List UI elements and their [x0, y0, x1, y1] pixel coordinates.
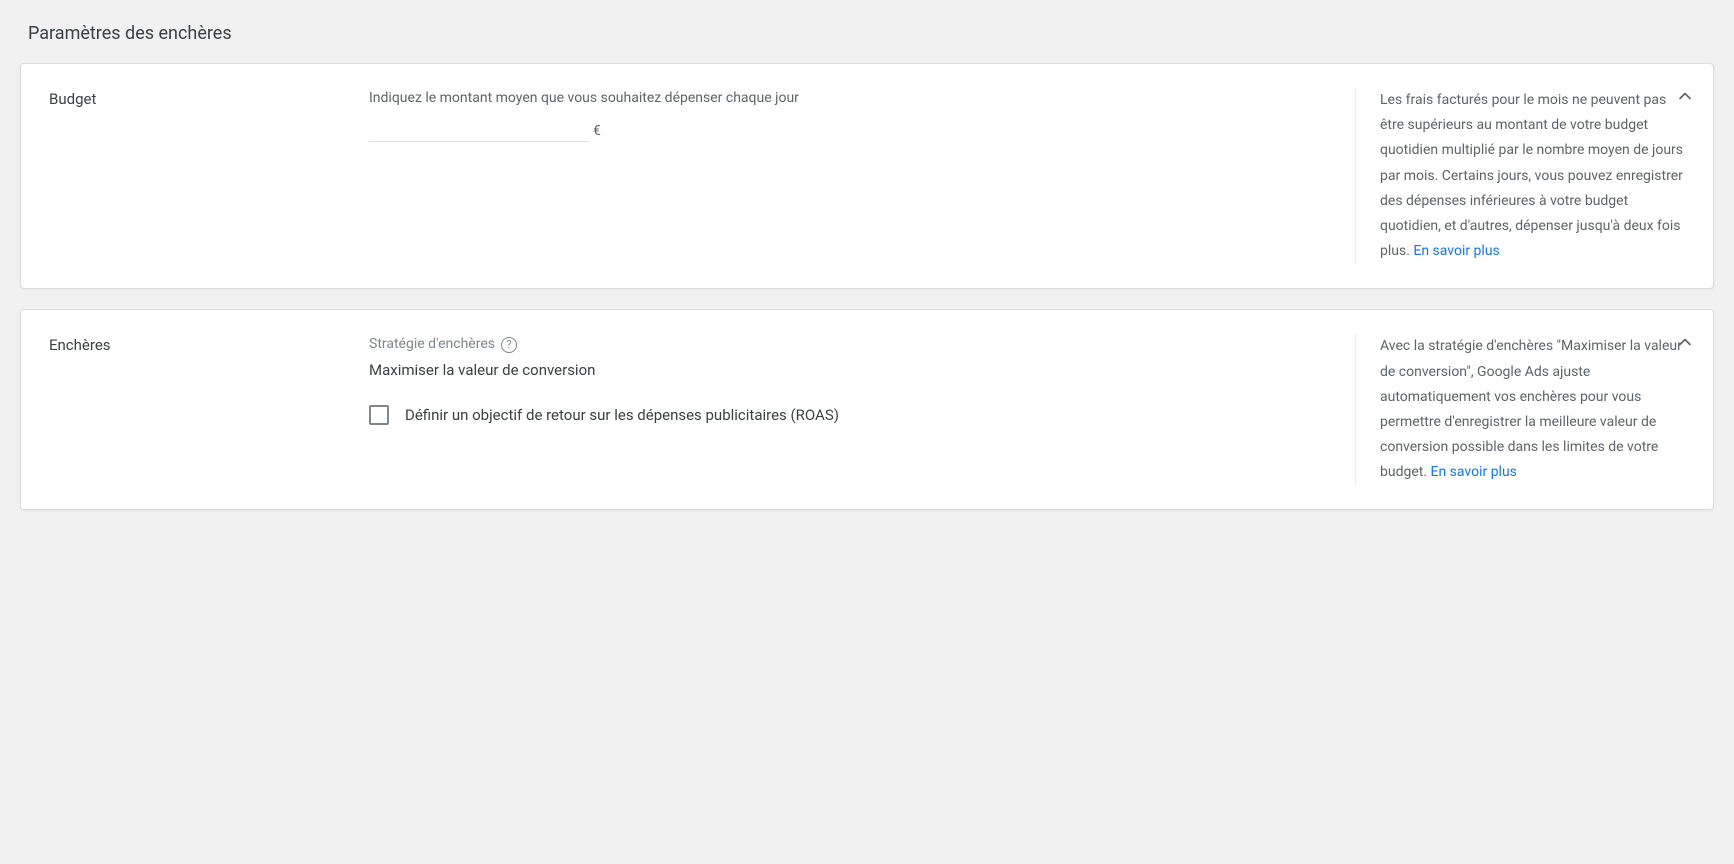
bidding-info-text: Avec la stratégie d'enchères "Maximiser …: [1380, 338, 1682, 480]
budget-description: Indiquez le montant moyen que vous souha…: [369, 88, 1331, 109]
budget-learn-more-link[interactable]: En savoir plus: [1413, 243, 1499, 259]
bidding-info-panel: Avec la stratégie d'enchères "Maximiser …: [1355, 334, 1685, 485]
bidding-learn-more-link[interactable]: En savoir plus: [1431, 464, 1517, 480]
bidding-strategy-label: Stratégie d'enchères: [369, 334, 495, 355]
bidding-strategy-value: Maximiser la valeur de conversion: [369, 359, 1331, 382]
currency-symbol: €: [593, 121, 601, 142]
bidding-collapse-button[interactable]: [1673, 330, 1697, 354]
budget-label: Budget: [49, 88, 369, 264]
roas-checkbox-label: Définir un objectif de retour sur les dé…: [405, 404, 839, 427]
roas-checkbox[interactable]: [369, 405, 389, 425]
page-title: Paramètres des enchères: [28, 20, 1714, 47]
budget-card: Budget Indiquez le montant moyen que vou…: [20, 63, 1714, 289]
bidding-card: Enchères Stratégie d'enchères ? Maximise…: [20, 309, 1714, 510]
bidding-main: Stratégie d'enchères ? Maximiser la vale…: [369, 334, 1355, 485]
budget-info-panel: Les frais facturés pour le mois ne peuve…: [1355, 88, 1685, 264]
roas-checkbox-row: Définir un objectif de retour sur les dé…: [369, 404, 1331, 427]
bidding-strategy-label-row: Stratégie d'enchères ?: [369, 334, 517, 355]
budget-amount-input[interactable]: [369, 113, 589, 142]
budget-main: Indiquez le montant moyen que vous souha…: [369, 88, 1355, 264]
bidding-label: Enchères: [49, 334, 369, 485]
budget-collapse-button[interactable]: [1673, 84, 1697, 108]
chevron-up-icon: [1675, 332, 1695, 352]
chevron-up-icon: [1675, 86, 1695, 106]
budget-info-text: Les frais facturés pour le mois ne peuve…: [1380, 92, 1683, 259]
budget-input-row: €: [369, 113, 1331, 142]
help-icon[interactable]: ?: [501, 337, 517, 353]
